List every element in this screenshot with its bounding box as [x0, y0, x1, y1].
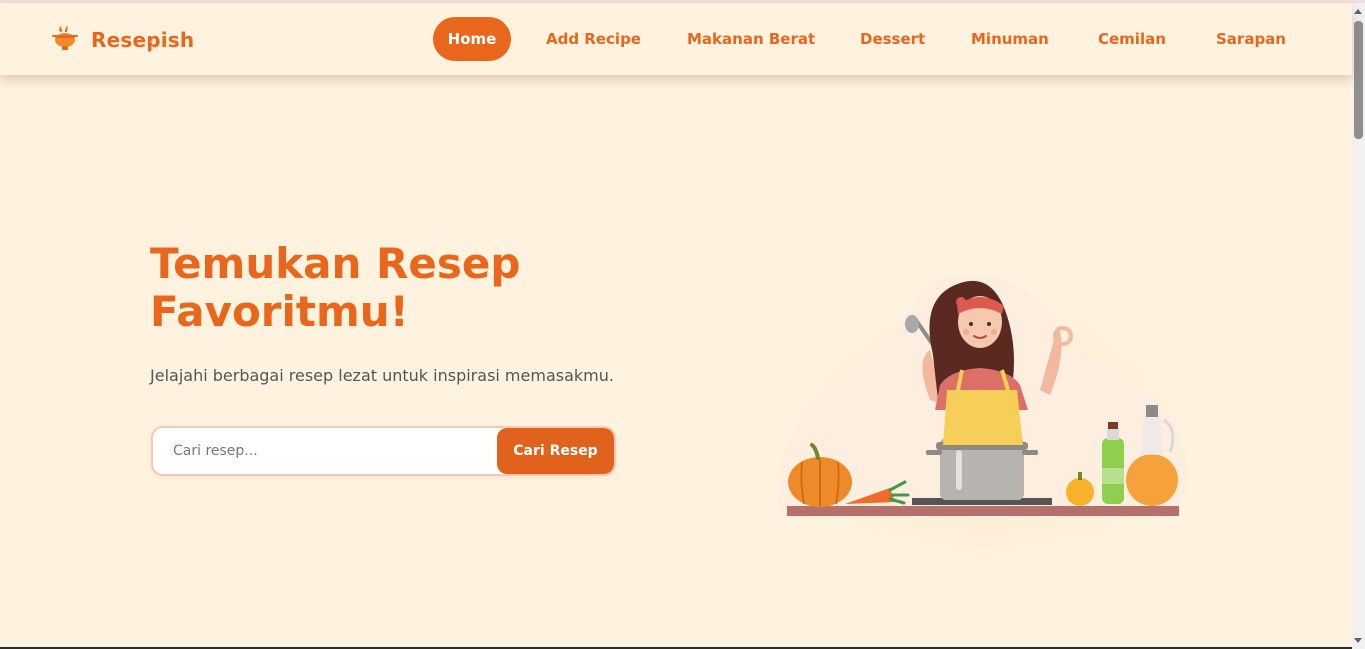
nav-home[interactable]: Home — [433, 17, 511, 61]
main-nav: Home Add Recipe Makanan Berat Dessert Mi… — [0, 17, 1352, 61]
search-bar: Cari Resep — [151, 426, 616, 476]
hero-title: Temukan Resep Favoritmu! — [150, 239, 521, 336]
scrollbar[interactable] — [1352, 3, 1365, 649]
nav-sarapan[interactable]: Sarapan — [1216, 17, 1286, 61]
nav-cemilan[interactable]: Cemilan — [1098, 17, 1166, 61]
woman-cooking-illustration — [740, 240, 1225, 575]
search-input[interactable] — [153, 428, 499, 474]
nav-add-recipe[interactable]: Add Recipe — [546, 17, 641, 61]
scroll-down-icon[interactable] — [1354, 638, 1362, 643]
scrollbar-thumb[interactable] — [1354, 21, 1363, 139]
nav-makanan-berat[interactable]: Makanan Berat — [687, 17, 815, 61]
search-button[interactable]: Cari Resep — [497, 428, 614, 474]
nav-minuman[interactable]: Minuman — [971, 17, 1049, 61]
hero-subtitle: Jelajahi berbagai resep lezat untuk insp… — [150, 366, 614, 385]
scroll-up-icon[interactable] — [1354, 9, 1362, 14]
navbar: Resepish Home Add Recipe Makanan Berat D… — [0, 3, 1352, 75]
nav-dessert[interactable]: Dessert — [860, 17, 925, 61]
